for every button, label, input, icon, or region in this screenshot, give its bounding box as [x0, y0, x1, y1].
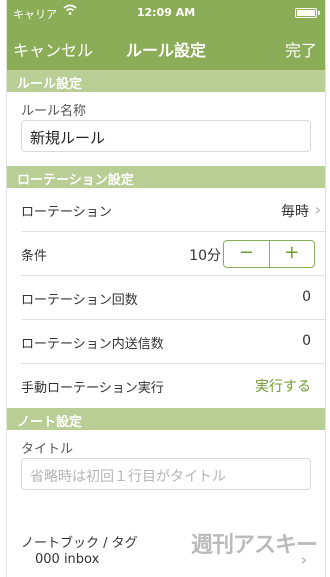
inner-send-count-value: 0 — [302, 333, 311, 349]
rotation-count-value: 0 — [302, 289, 311, 305]
manual-rotation-label: 手動ローテーション実行 — [21, 381, 164, 396]
rule-name-label: ルール名称 — [21, 104, 87, 119]
execute-button[interactable]: 実行する — [255, 376, 311, 396]
condition-row: 条件 10分 − + — [21, 232, 325, 276]
section-header-rotation: ローテーション設定 — [7, 166, 325, 188]
inner-send-count-label: ローテーション内送信数 — [21, 337, 164, 352]
condition-label: 条件 — [21, 249, 48, 264]
condition-stepper: − + — [223, 240, 315, 268]
status-bar: キャリア 12:09 AM — [7, 0, 325, 26]
rotation-value: 毎時 — [281, 204, 309, 220]
rotation-row[interactable]: ローテーション 毎時 › — [21, 188, 325, 232]
title-label: タイトル — [21, 442, 74, 457]
nav-bar: キャンセル ルール設定 完了 — [7, 26, 325, 70]
chevron-right-icon: › — [314, 200, 321, 219]
done-button[interactable]: 完了 — [285, 37, 317, 61]
clock: 12:09 AM — [136, 6, 196, 19]
page-title: ルール設定 — [125, 41, 206, 60]
notebook-tag-label: ノートブック / タグ — [21, 536, 138, 551]
battery-icon — [295, 8, 320, 18]
manual-rotation-row: 手動ローテーション実行 実行する — [21, 364, 325, 408]
rotation-label: ローテーション — [21, 205, 112, 220]
rotation-count-row: ローテーション回数 0 — [21, 276, 325, 320]
section-header-note: ノート設定 — [7, 408, 325, 430]
title-input[interactable]: 省略時は初回１行目がタイトル — [21, 458, 311, 490]
app-frame: キャリア 12:09 AM キャンセル ルール設定 完了 ルール設定 ルール名称… — [6, 0, 326, 577]
rotation-count-label: ローテーション回数 — [21, 293, 138, 308]
decrement-button[interactable]: − — [224, 241, 269, 267]
increment-button[interactable]: + — [270, 241, 315, 267]
section-header-rule: ルール設定 — [7, 70, 325, 92]
rule-name-input[interactable]: 新規ルール — [21, 120, 311, 152]
watermark-logo: 週刊アスキー — [190, 533, 318, 558]
notebook-value: 000 inbox — [35, 552, 100, 567]
condition-value: 10分 — [189, 248, 221, 264]
inner-send-count-row: ローテーション内送信数 0 — [21, 320, 325, 364]
